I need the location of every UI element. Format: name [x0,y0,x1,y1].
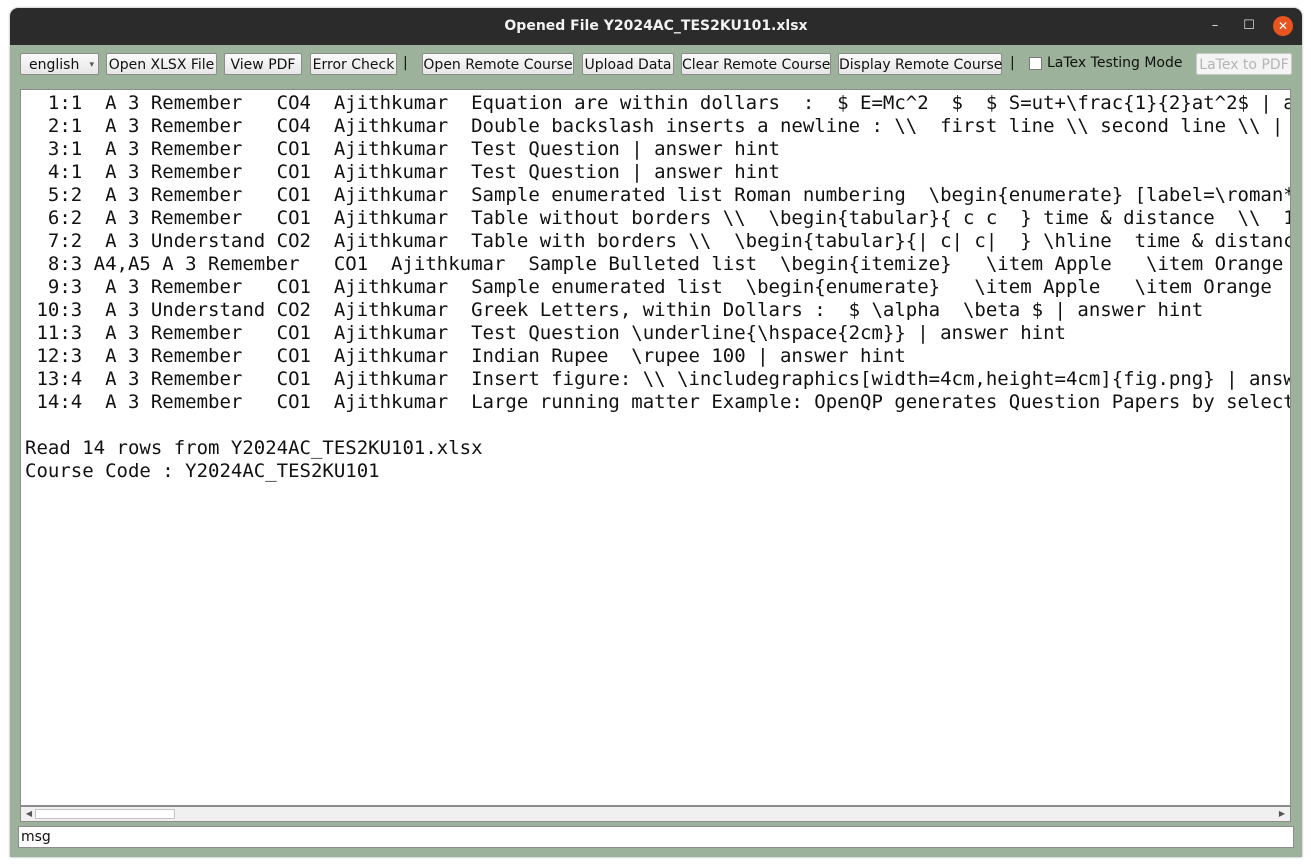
maximize-button[interactable]: ☐ [1239,16,1259,36]
latex-to-pdf-button: LaTex to PDF [1196,53,1292,75]
view-pdf-button[interactable]: View PDF [224,53,302,75]
open-xlsx-button[interactable]: Open XLSX File [106,53,217,75]
output-line: 12:3 A 3 Remember CO1 Ajithkumar Indian … [25,345,906,367]
output-line: 5:2 A 3 Remember CO1 Ajithkumar Sample e… [25,184,1291,206]
output-line: 6:2 A 3 Remember CO1 Ajithkumar Table wi… [25,207,1291,229]
output-line: 1:1 A 3 Remember CO4 Ajithkumar Equation… [25,92,1291,114]
output-line: 3:1 A 3 Remember CO1 Ajithkumar Test Que… [25,138,780,160]
output-line: 4:1 A 3 Remember CO1 Ajithkumar Test Que… [25,161,780,183]
title-bar[interactable]: Opened File Y2024AC_TES2KU101.xlsx – ☐ ✕ [10,8,1302,45]
output-line: 8:3 A4,A5 A 3 Remember CO1 Ajithkumar Sa… [25,253,1284,275]
open-remote-course-button[interactable]: Open Remote Course [422,53,574,75]
error-check-button[interactable]: Error Check [310,53,397,75]
display-remote-course-button[interactable]: Display Remote Course [838,53,1002,75]
upload-data-button[interactable]: Upload Data [582,53,674,75]
output-line: 9:3 A 3 Remember CO1 Ajithkumar Sample e… [25,276,1272,298]
toolbar-separator: | [1010,55,1015,71]
output-line: 10:3 A 3 Understand CO2 Ajithkumar Greek… [25,299,1204,321]
output-line: 7:2 A 3 Understand CO2 Ajithkumar Table … [25,230,1291,252]
latex-testing-checkbox[interactable] [1029,57,1042,70]
output-line: 11:3 A 3 Remember CO1 Ajithkumar Test Qu… [25,322,1066,344]
dropdown-arrow-icon: ▾ [89,60,94,70]
minimize-button[interactable]: – [1205,16,1225,36]
latex-testing-label[interactable]: LaTex Testing Mode [1047,55,1182,71]
status-bar: msg [18,826,1294,848]
output-line: 14:4 A 3 Remember CO1 Ajithkumar Large r… [25,391,1291,413]
horizontal-scrollbar[interactable]: ◀ ▶ [20,806,1291,822]
toolbar: english ▾ Open XLSX File View PDF Error … [10,45,1302,85]
output-line: 13:4 A 3 Remember CO1 Ajithkumar Insert … [25,368,1291,390]
scrollbar-thumb[interactable] [35,809,175,819]
language-value: english [29,57,80,73]
window-title: Opened File Y2024AC_TES2KU101.xlsx [504,18,808,34]
language-select[interactable]: english ▾ [20,53,99,75]
scroll-right-icon[interactable]: ▶ [1276,807,1288,821]
output-line: Read 14 rows from Y2024AC_TES2KU101.xlsx [25,437,483,459]
close-button[interactable]: ✕ [1273,16,1293,36]
toolbar-separator: | [403,55,408,71]
app-window: Opened File Y2024AC_TES2KU101.xlsx – ☐ ✕… [10,8,1302,857]
output-line: Course Code : Y2024AC_TES2KU101 [25,460,380,482]
output-lines: 1:1 A 3 Remember CO4 Ajithkumar Equation… [25,92,1291,483]
output-line: 2:1 A 3 Remember CO4 Ajithkumar Double b… [25,115,1291,137]
output-text-area[interactable]: 1:1 A 3 Remember CO4 Ajithkumar Equation… [20,89,1291,806]
clear-remote-course-button[interactable]: Clear Remote Course [681,53,831,75]
scroll-left-icon[interactable]: ◀ [23,807,35,821]
